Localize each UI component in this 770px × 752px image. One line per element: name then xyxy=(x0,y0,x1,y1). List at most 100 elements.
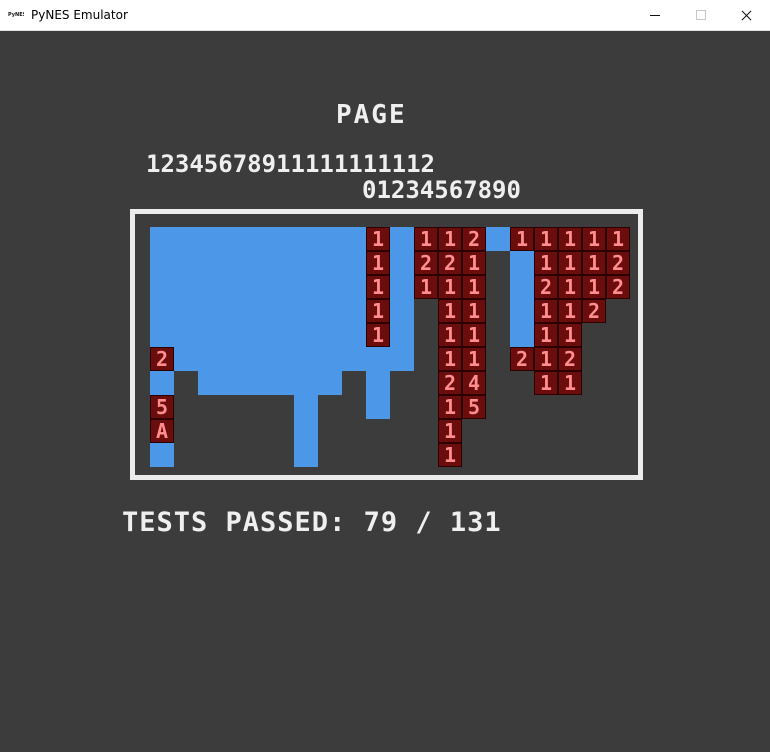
test-passed-cell xyxy=(174,251,198,275)
test-failed-cell: 2 xyxy=(558,347,582,371)
test-failed-cell: 1 xyxy=(510,227,534,251)
test-failed-cell: 2 xyxy=(510,347,534,371)
test-passed-cell xyxy=(318,275,342,299)
test-passed-cell xyxy=(150,275,174,299)
test-passed-cell xyxy=(150,299,174,323)
page-number-row-1: 12345678911111111112 xyxy=(146,150,435,178)
app-icon: PyNES xyxy=(8,12,24,18)
test-failed-cell: 1 xyxy=(462,275,486,299)
test-passed-cell xyxy=(174,347,198,371)
emulator-window: PyNES PyNES Emulator PAGE 12345678911111… xyxy=(0,0,770,752)
test-failed-cell: 2 xyxy=(534,275,558,299)
test-passed-cell xyxy=(174,275,198,299)
test-passed-cell xyxy=(510,323,534,347)
test-passed-cell xyxy=(294,299,318,323)
test-failed-cell: 1 xyxy=(462,251,486,275)
test-passed-cell xyxy=(294,419,318,443)
test-passed-cell xyxy=(510,275,534,299)
test-passed-cell xyxy=(294,371,318,395)
close-button[interactable] xyxy=(724,0,770,31)
test-failed-cell: 2 xyxy=(414,251,438,275)
test-passed-cell xyxy=(150,227,174,251)
test-failed-cell: 1 xyxy=(366,323,390,347)
test-passed-cell xyxy=(222,323,246,347)
test-failed-cell: 1 xyxy=(438,227,462,251)
test-passed-cell xyxy=(222,251,246,275)
test-failed-cell: 1 xyxy=(534,227,558,251)
test-passed-cell xyxy=(198,347,222,371)
test-failed-cell: 2 xyxy=(606,251,630,275)
page-heading: PAGE xyxy=(336,100,407,130)
test-passed-cell xyxy=(390,275,414,299)
test-passed-cell xyxy=(198,299,222,323)
title-bar[interactable]: PyNES PyNES Emulator xyxy=(0,0,770,31)
test-passed-cell xyxy=(150,371,174,395)
test-failed-cell: 1 xyxy=(366,275,390,299)
minimize-button[interactable] xyxy=(632,0,678,31)
test-passed-cell xyxy=(270,323,294,347)
test-failed-cell: 1 xyxy=(438,419,462,443)
test-failed-cell: 1 xyxy=(534,347,558,371)
test-passed-cell xyxy=(174,299,198,323)
test-failed-cell: 1 xyxy=(558,299,582,323)
test-failed-cell: 1 xyxy=(414,227,438,251)
test-passed-cell xyxy=(342,251,366,275)
test-passed-cell xyxy=(150,443,174,467)
test-passed-cell xyxy=(366,395,390,419)
test-passed-cell xyxy=(318,371,342,395)
test-passed-cell xyxy=(510,299,534,323)
test-passed-cell xyxy=(246,227,270,251)
test-passed-cell xyxy=(342,275,366,299)
test-passed-cell xyxy=(294,323,318,347)
test-failed-cell: 1 xyxy=(558,227,582,251)
test-failed-cell: 1 xyxy=(366,251,390,275)
test-passed-cell xyxy=(246,347,270,371)
test-passed-cell xyxy=(246,323,270,347)
test-failed-cell: 1 xyxy=(534,251,558,275)
test-passed-cell xyxy=(150,251,174,275)
test-passed-cell xyxy=(366,347,390,371)
test-passed-cell xyxy=(222,275,246,299)
test-failed-cell: 1 xyxy=(582,251,606,275)
test-passed-cell xyxy=(294,275,318,299)
test-passed-cell xyxy=(390,251,414,275)
nes-screen[interactable]: PAGE 12345678911111111112 01234567890 11… xyxy=(0,31,770,752)
test-failed-cell: 1 xyxy=(366,227,390,251)
test-failed-cell: 2 xyxy=(582,299,606,323)
test-failed-cell: 2 xyxy=(606,275,630,299)
test-failed-cell: 1 xyxy=(534,323,558,347)
test-failed-cell: 1 xyxy=(438,323,462,347)
test-failed-cell: 1 xyxy=(438,395,462,419)
test-failed-cell: 1 xyxy=(534,371,558,395)
test-passed-cell xyxy=(246,299,270,323)
page-number-row-2: 01234567890 xyxy=(362,176,521,204)
test-passed-cell xyxy=(198,227,222,251)
test-passed-cell xyxy=(342,323,366,347)
test-passed-cell xyxy=(366,371,390,395)
test-passed-cell xyxy=(486,227,510,251)
test-failed-cell: 1 xyxy=(414,275,438,299)
test-passed-cell xyxy=(198,275,222,299)
test-passed-cell xyxy=(150,323,174,347)
test-passed-cell xyxy=(294,251,318,275)
test-failed-cell: 2 xyxy=(438,251,462,275)
test-failed-cell: 2 xyxy=(150,347,174,371)
test-passed-cell xyxy=(270,347,294,371)
test-passed-cell xyxy=(246,275,270,299)
test-passed-cell xyxy=(318,299,342,323)
tests-passed-summary: TESTS PASSED: 79 / 131 xyxy=(122,507,502,538)
test-passed-cell xyxy=(294,443,318,467)
test-failed-cell: 1 xyxy=(558,323,582,347)
test-passed-cell xyxy=(342,347,366,371)
test-failed-cell: 5 xyxy=(462,395,486,419)
test-failed-cell: 4 xyxy=(462,371,486,395)
test-failed-cell: 1 xyxy=(606,227,630,251)
maximize-button[interactable] xyxy=(678,0,724,31)
test-passed-cell xyxy=(222,347,246,371)
test-failed-cell: 1 xyxy=(558,275,582,299)
test-passed-cell xyxy=(294,227,318,251)
test-passed-cell xyxy=(342,299,366,323)
test-passed-cell xyxy=(318,347,342,371)
test-passed-cell xyxy=(510,251,534,275)
test-passed-cell xyxy=(294,347,318,371)
